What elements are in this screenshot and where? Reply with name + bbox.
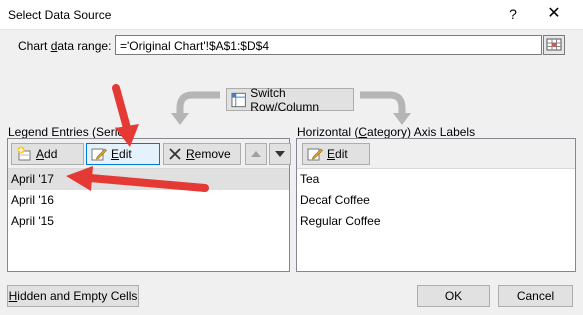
cancel-button[interactable]: Cancel [498, 285, 573, 307]
move-up-button[interactable] [245, 143, 267, 165]
help-button[interactable]: ? [498, 2, 528, 26]
category-item-decaf-coffee[interactable]: Decaf Coffee [297, 190, 575, 211]
axis-labels-panel: Edit Tea Decaf Coffee Regular Coffee [296, 138, 576, 272]
legend-entries-panel: Add Edit Remove April '17 April '16 Apri… [7, 138, 291, 272]
title-bar: Select Data Source ? ✕ [0, 0, 583, 30]
edit-axis-labels-button[interactable]: Edit [302, 143, 370, 165]
move-down-button[interactable] [269, 143, 291, 165]
series-item-april-16[interactable]: April '16 [8, 190, 289, 211]
legend-toolbar: Add Edit Remove [8, 139, 291, 169]
switch-row-column-label: Switch Row/Column [250, 85, 319, 114]
edit-pencil-icon [307, 148, 323, 161]
legend-entries-label: Legend Entries (Series) [8, 125, 135, 139]
range-picker-button[interactable] [543, 35, 565, 55]
ok-button[interactable]: OK [417, 285, 490, 307]
axis-labels-label: Horizontal (Category) Axis Labels [297, 125, 476, 139]
switch-row-column-button[interactable]: Switch Row/Column [226, 85, 354, 114]
dialog-title: Select Data Source [8, 8, 112, 22]
axis-toolbar: Edit [297, 139, 575, 169]
series-list[interactable]: April '17 April '16 April '15 [8, 169, 289, 232]
series-item-april-15[interactable]: April '15 [8, 211, 289, 232]
close-button[interactable]: ✕ [536, 2, 572, 26]
edit-pencil-icon [91, 148, 107, 161]
remove-x-icon [169, 148, 181, 160]
category-list[interactable]: Tea Decaf Coffee Regular Coffee [297, 169, 575, 232]
triangle-up-icon [251, 151, 261, 157]
chart-data-range-input[interactable]: ='Original Chart'!$A$1:$D$4 [115, 35, 542, 55]
remove-series-button[interactable]: Remove [163, 143, 241, 165]
category-item-tea[interactable]: Tea [297, 169, 575, 190]
series-item-april-17[interactable]: April '17 [8, 169, 289, 190]
hidden-empty-cells-button[interactable]: Hidden and Empty Cells [7, 285, 139, 307]
add-series-button[interactable]: Add [11, 143, 84, 165]
category-item-regular-coffee[interactable]: Regular Coffee [297, 211, 575, 232]
switch-grid-icon [231, 92, 246, 107]
range-picker-icon [546, 38, 562, 51]
add-icon [17, 146, 31, 161]
edit-series-button[interactable]: Edit [86, 143, 160, 165]
triangle-down-icon [275, 151, 285, 157]
chart-data-range-label: Chart data range: [18, 39, 112, 53]
